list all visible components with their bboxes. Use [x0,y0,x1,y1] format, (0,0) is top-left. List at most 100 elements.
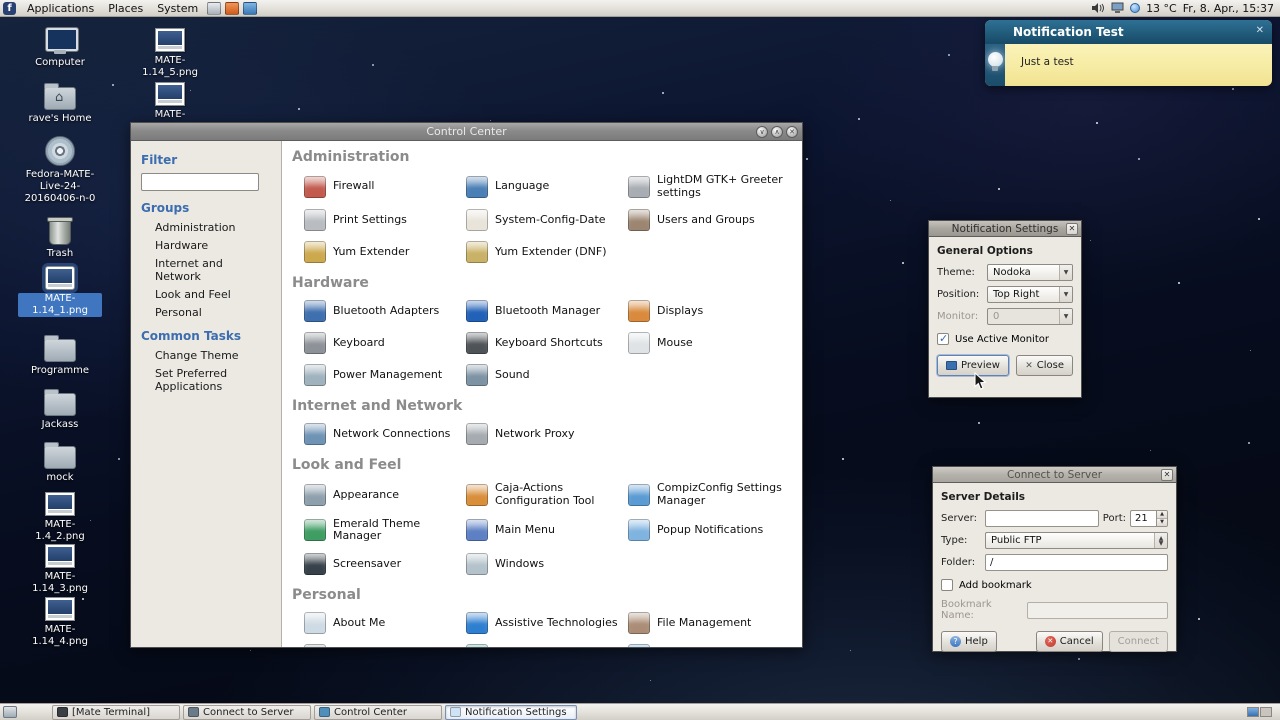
task-change-theme[interactable]: Change Theme [141,349,271,362]
launcher-caja-actions-configuration-tool[interactable]: Caja-Actions Configuration Tool [466,482,625,507]
display-tray-icon[interactable] [1111,2,1124,14]
shade-button[interactable]: ∨ [756,126,768,138]
launcher-startup-applications[interactable]: Startup Applications [628,644,787,647]
taskbar-connect-to-server[interactable]: Connect to Server [183,705,311,720]
launcher-mouse[interactable]: Mouse [628,332,787,354]
desktop-icon-mate-1-14-1-png[interactable]: MATE-1.14_1.png [18,266,102,317]
group-personal[interactable]: Personal [141,306,271,319]
type-select[interactable]: Public FTP ▲▼ [985,532,1168,549]
preview-button[interactable]: Preview [937,355,1009,376]
use-active-monitor-checkbox[interactable] [937,333,949,345]
fedora-menu-icon[interactable]: f [3,2,16,15]
launcher-yum-extender-dnf[interactable]: Yum Extender (DNF) [466,241,625,263]
launcher-power-management[interactable]: Power Management [304,364,463,386]
spin-down-icon[interactable]: ▼ [1157,519,1167,526]
desktop-icon-jackass[interactable]: Jackass [18,388,102,431]
weather-icon[interactable] [1130,3,1140,13]
volume-icon[interactable] [1091,2,1105,14]
launcher-file-management[interactable]: File Management [628,612,787,634]
launcher-appearance[interactable]: Appearance [304,482,463,507]
folder-input[interactable] [985,554,1168,571]
close-icon[interactable]: ✕ [1256,25,1264,36]
show-desktop-icon[interactable] [3,706,17,718]
desktop-icon-mate-1-4-2-png[interactable]: MATE-1.4_2.png [18,492,102,543]
launcher-bluetooth-manager[interactable]: Bluetooth Manager [466,300,625,322]
launcher-keyboard-shortcuts[interactable]: Keyboard Shortcuts [466,332,625,354]
maximize-button[interactable]: ∧ [771,126,783,138]
desktop-icon-rave-s-home[interactable]: rave's Home [18,82,102,125]
launcher-language[interactable]: Language [466,174,625,199]
launcher-yum-extender[interactable]: Yum Extender [304,241,463,263]
group-hardware[interactable]: Hardware [141,239,271,252]
menu-applications[interactable]: Applications [20,1,101,16]
launcher-network-connections[interactable]: Network Connections [304,423,463,445]
use-active-monitor-row[interactable]: Use Active Monitor [937,333,1073,345]
desktop-icon-mate-1-14-4-png[interactable]: MATE-1.14_4.png [18,597,102,648]
taskbar-notification-settings[interactable]: Notification Settings [445,705,577,720]
launcher-assistive-technologies[interactable]: Assistive Technologies [466,612,625,634]
menu-places[interactable]: Places [101,1,150,16]
desktop-icon-programme[interactable]: Programme [18,334,102,377]
cancel-button[interactable]: ✕ Cancel [1036,631,1103,652]
filter-input[interactable] [141,173,259,191]
desktop-icon-mate-1-14-3-png[interactable]: MATE-1.14_3.png [18,544,102,595]
launcher-displays[interactable]: Displays [628,300,787,322]
close-icon[interactable]: ✕ [1161,469,1173,481]
port-input[interactable] [1130,510,1156,527]
task-set-preferred-applications[interactable]: Set Preferred Applications [141,367,271,393]
preview-button-label: Preview [961,360,1000,371]
terminal-launcher-icon[interactable] [207,2,221,15]
close-button[interactable]: ✕ Close [1016,355,1073,376]
connect-to-server-titlebar[interactable]: Connect to Server ✕ [933,467,1176,483]
browser-launcher-icon[interactable] [225,2,239,15]
desktop-icon-computer[interactable]: Computer [18,28,102,69]
launcher-about-me[interactable]: About Me [304,612,463,634]
launcher-compizconfig-settings-manager[interactable]: CompizConfig Settings Manager [628,482,787,507]
launcher-lightdm-gtk-greeter-settings[interactable]: LightDM GTK+ Greeter settings [628,174,787,199]
launcher-emerald-theme-manager[interactable]: Emerald Theme Manager [304,518,463,543]
clock[interactable]: Fr, 8. Apr., 15:37 [1183,2,1274,15]
launcher-popup-notifications[interactable]: Popup Notifications [628,518,787,543]
spin-up-icon[interactable]: ▲ [1157,511,1167,519]
help-icon: ? [950,636,961,647]
desktop-icon-mock[interactable]: mock [18,441,102,484]
workspace-switcher[interactable] [1247,707,1272,717]
group-administration[interactable]: Administration [141,221,271,234]
close-button[interactable]: ✕ [786,126,798,138]
launcher-print-settings[interactable]: Print Settings [304,209,463,231]
taskbar-mate-terminal[interactable]: [Mate Terminal] [52,705,180,720]
launcher-system-config-date[interactable]: System-Config-Date [466,209,625,231]
notification-settings-titlebar[interactable]: Notification Settings ✕ [929,221,1081,237]
launcher-users-and-groups[interactable]: Users and Groups [628,209,787,231]
launcher-windows[interactable]: Windows [466,553,625,575]
menu-system[interactable]: System [150,1,205,16]
group-look-and-feel[interactable]: Look and Feel [141,288,271,301]
workspace-2[interactable] [1260,707,1272,717]
launcher-firewall[interactable]: Firewall [304,174,463,199]
add-bookmark-row[interactable]: Add bookmark [941,579,1168,591]
launcher-keyboard[interactable]: Keyboard [304,332,463,354]
group-internet-and-network[interactable]: Internet and Network [141,257,271,283]
add-bookmark-checkbox[interactable] [941,579,953,591]
help-button[interactable]: ? Help [941,631,997,652]
server-input[interactable] [985,510,1099,527]
port-spinner[interactable]: ▲▼ [1130,510,1168,527]
workspace-1[interactable] [1247,707,1259,717]
control-center-titlebar[interactable]: Control Center ∨ ∧ ✕ [131,123,802,141]
launcher-screensaver[interactable]: Screensaver [304,553,463,575]
launcher-sound[interactable]: Sound [466,364,625,386]
desktop-icon-trash[interactable]: Trash [18,216,102,260]
theme-select[interactable]: Nodoka ▼ [987,264,1073,281]
notes-launcher-icon[interactable] [243,2,257,15]
launcher-input-method-selector[interactable]: Input Method Selector [304,644,463,647]
desktop-icon-mate-1-14-5-png[interactable]: MATE-1.14_5.png [128,28,212,79]
desktop-icon-fedora-mate-live-24-20160406-n-0[interactable]: Fedora-MATE-Live-24-20160406-n-0 [18,136,102,205]
launcher-bluetooth-adapters[interactable]: Bluetooth Adapters [304,300,463,322]
close-icon[interactable]: ✕ [1066,223,1078,235]
launcher-main-menu[interactable]: Main Menu [466,518,625,543]
taskbar-control-center[interactable]: Control Center [314,705,442,720]
launcher-preferred-applications[interactable]: Preferred Applications [466,644,625,647]
launcher-network-proxy[interactable]: Network Proxy [466,423,625,445]
screensaver-icon [304,553,326,575]
position-select[interactable]: Top Right ▼ [987,286,1073,303]
